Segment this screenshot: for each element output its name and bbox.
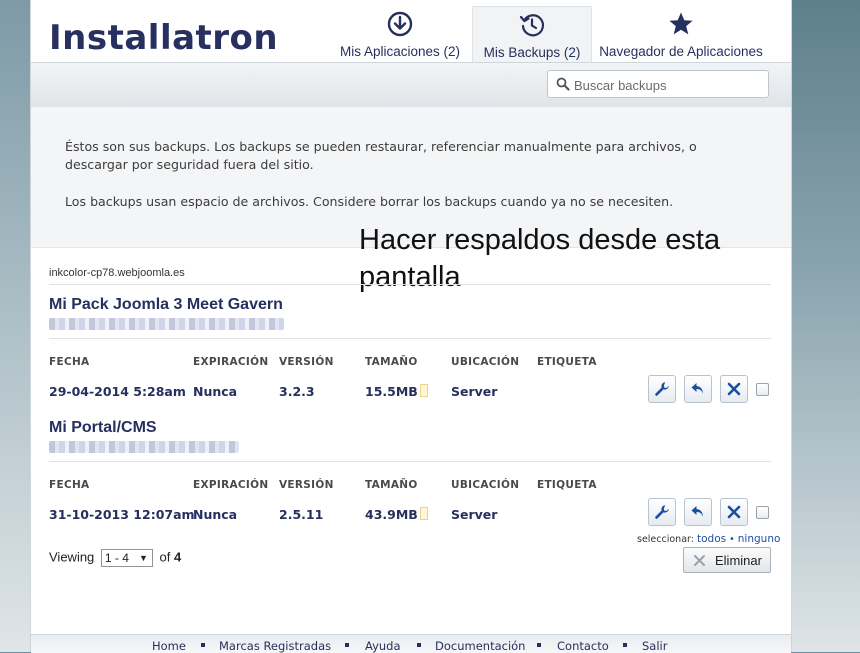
cell-ubicacion: Server xyxy=(451,384,498,399)
file-icon[interactable] xyxy=(419,507,428,520)
background-right xyxy=(790,0,860,652)
close-icon xyxy=(694,555,705,566)
restore-arrow-icon xyxy=(691,383,703,394)
cell-version: 3.2.3 xyxy=(279,384,315,399)
footer-link-ayuda[interactable]: Ayuda xyxy=(365,639,401,653)
restore-backup-button[interactable] xyxy=(684,498,712,526)
col-fecha: FECHA xyxy=(49,356,90,368)
footer-link-contacto[interactable]: Contacto xyxy=(557,639,609,653)
divider xyxy=(49,284,771,285)
delete-backup-button[interactable] xyxy=(720,498,748,526)
tab-mis-aplicaciones[interactable]: Mis Aplicaciones (2) xyxy=(333,6,467,62)
footer-link-salir[interactable]: Salir xyxy=(642,639,667,653)
selection-prefix: seleccionar: xyxy=(637,534,694,545)
pagination: Viewing 1 - 4 ▼ of 4 xyxy=(49,549,181,567)
domain-label: inkcolor-cp78.webjoomla.es xyxy=(49,267,185,279)
intro-text-2: Los backups usan espacio de archivos. Co… xyxy=(65,194,674,209)
star-icon xyxy=(669,12,693,35)
footer-separator xyxy=(345,643,349,647)
restore-arrow-icon xyxy=(691,506,703,517)
cell-ubicacion: Server xyxy=(451,507,498,522)
footer: Home Marcas Registradas Ayuda Documentac… xyxy=(31,634,791,653)
close-icon xyxy=(727,505,741,519)
col-version: VERSIÓN xyxy=(279,356,334,368)
col-etiqueta: ETIQUETA xyxy=(537,356,597,368)
cell-expiracion: Nunca xyxy=(193,507,238,522)
dropdown-caret-icon: ▼ xyxy=(139,553,148,563)
footer-link-documentacion[interactable]: Documentación xyxy=(435,639,525,653)
footer-separator xyxy=(201,643,205,647)
col-etiqueta: ETIQUETA xyxy=(537,479,597,491)
edit-backup-button[interactable] xyxy=(648,498,676,526)
cell-tamano: 43.9MB xyxy=(365,507,428,522)
tab-label: Mis Aplicaciones (2) xyxy=(339,44,461,59)
blurred-url xyxy=(49,318,284,330)
intro-text-1: Éstos son sus backups. Los backups se pu… xyxy=(65,139,697,172)
footer-separator xyxy=(417,643,421,647)
page-range-value: 1 - 4 xyxy=(104,551,129,565)
backup-checkbox[interactable] xyxy=(756,506,769,519)
size-value: 43.9MB xyxy=(365,507,418,522)
tab-label: Mis Backups (2) xyxy=(483,45,581,60)
total-count: 4 xyxy=(174,549,182,565)
viewing-label: Viewing xyxy=(49,549,95,565)
col-tamano: TAMAÑO xyxy=(365,356,418,368)
delete-backup-button[interactable] xyxy=(720,375,748,403)
divider xyxy=(49,461,771,462)
selection-bullet: • xyxy=(729,534,735,545)
col-tamano: TAMAÑO xyxy=(365,479,418,491)
col-fecha: FECHA xyxy=(49,479,90,491)
restore-backup-button[interactable] xyxy=(684,375,712,403)
page-range-select[interactable]: 1 - 4 ▼ xyxy=(100,549,153,567)
select-none-link[interactable]: ninguno xyxy=(738,533,781,545)
close-icon xyxy=(727,382,741,396)
download-circle-icon xyxy=(387,11,413,37)
col-ubicacion: UBICACIÓN xyxy=(451,356,520,368)
wrench-icon xyxy=(655,505,669,519)
footer-link-marcas[interactable]: Marcas Registradas xyxy=(219,639,331,653)
cell-fecha: 29-04-2014 5:28am xyxy=(49,384,186,399)
history-clock-icon xyxy=(519,14,545,37)
search-icon xyxy=(556,77,570,91)
cell-version: 2.5.11 xyxy=(279,507,324,522)
col-expiracion: EXPIRACIÓN xyxy=(193,356,269,368)
installatron-panel: Installatron Mis Aplicaciones (2) Mis Ba… xyxy=(30,0,792,653)
cell-fecha: 31-10-2013 12:07am xyxy=(49,507,195,522)
tab-navegador-de-aplicaciones[interactable]: Navegador de Aplicaciones xyxy=(595,6,767,62)
background-left xyxy=(0,0,30,652)
file-icon[interactable] xyxy=(419,384,428,397)
cell-tamano: 15.5MB xyxy=(365,384,428,399)
cell-expiracion: Nunca xyxy=(193,384,238,399)
footer-separator xyxy=(623,643,627,647)
toolbar xyxy=(31,62,791,108)
search-box[interactable] xyxy=(547,70,769,98)
tab-mis-backups[interactable]: Mis Backups (2) xyxy=(472,6,592,63)
backup-title[interactable]: Mi Pack Joomla 3 Meet Gavern xyxy=(49,296,283,314)
footer-separator xyxy=(537,643,541,647)
edit-backup-button[interactable] xyxy=(648,375,676,403)
of-label: of xyxy=(159,549,171,565)
eliminar-button[interactable]: Eliminar xyxy=(683,547,771,573)
divider xyxy=(49,338,771,339)
footer-link-home[interactable]: Home xyxy=(152,639,186,653)
search-input[interactable] xyxy=(572,75,766,95)
blurred-url xyxy=(49,441,239,453)
backup-checkbox[interactable] xyxy=(756,383,769,396)
wrench-icon xyxy=(655,382,669,396)
selection-links: seleccionar: todos • ninguno xyxy=(637,533,780,545)
eliminar-label: Eliminar xyxy=(715,553,762,568)
backup-title[interactable]: Mi Portal/CMS xyxy=(49,419,157,437)
size-value: 15.5MB xyxy=(365,384,418,399)
tab-label: Navegador de Aplicaciones xyxy=(599,44,763,59)
select-all-link[interactable]: todos xyxy=(697,533,726,545)
col-expiracion: EXPIRACIÓN xyxy=(193,479,269,491)
col-ubicacion: UBICACIÓN xyxy=(451,479,520,491)
col-version: VERSIÓN xyxy=(279,479,334,491)
installatron-logo: Installatron xyxy=(49,18,279,58)
